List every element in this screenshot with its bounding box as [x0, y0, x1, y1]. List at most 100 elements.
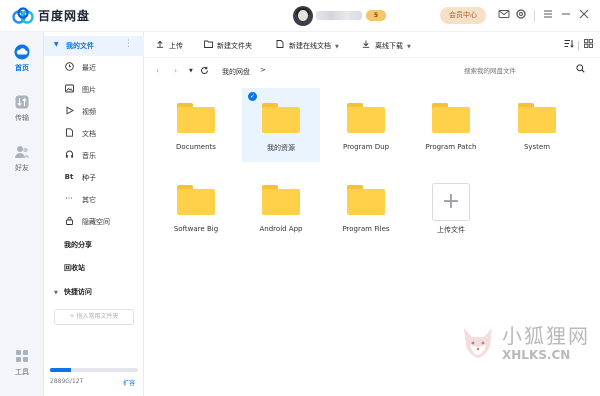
- folder-name: Android App: [259, 225, 303, 233]
- folder-icon: [347, 103, 385, 133]
- expand-storage-link[interactable]: 扩容: [123, 378, 135, 387]
- sidebar-item-hidden-space[interactable]: 隐藏空间: [44, 211, 144, 233]
- storage-usage-fill: [50, 368, 72, 372]
- folder-icon: [262, 103, 300, 133]
- sidebar-item-bt[interactable]: Bt 种子: [44, 167, 144, 189]
- history-dropdown-icon[interactable]: ▼: [189, 68, 193, 74]
- offline-download-label: 离线下载: [375, 42, 403, 50]
- video-icon: [64, 106, 74, 116]
- more-vertical-icon[interactable]: ⋮: [124, 39, 133, 49]
- folder-item[interactable]: Software Big: [157, 170, 235, 244]
- folder-name: Program Files: [342, 225, 390, 233]
- folder-name: Software Big: [173, 225, 219, 233]
- vip-badge: 5: [366, 10, 386, 21]
- folder-item[interactable]: System: [498, 88, 576, 162]
- folder-icon: [518, 103, 556, 133]
- upload-button[interactable]: 上传: [156, 40, 183, 51]
- clock-icon: [64, 62, 74, 72]
- sidebar-item-label: 其它: [82, 196, 96, 204]
- settings-icon[interactable]: [513, 8, 529, 24]
- breadcrumb-my-netdisk[interactable]: 我的网盘: [222, 67, 250, 77]
- toolbar-separator: [578, 41, 579, 50]
- sidebar-item-documents[interactable]: 文档: [44, 123, 144, 145]
- sidebar-item-videos[interactable]: 视频: [44, 101, 144, 123]
- member-center-button[interactable]: 会员中心: [440, 7, 486, 24]
- transfer-icon: [15, 95, 29, 109]
- breadcrumb-separator: >: [260, 66, 266, 74]
- sidebar-item-label: 文档: [82, 130, 96, 138]
- nav-label-friends: 好友: [15, 164, 29, 172]
- nav-item-tools[interactable]: 工具: [0, 348, 44, 377]
- music-icon: [64, 150, 74, 160]
- baidu-netdisk-logo: [12, 7, 34, 24]
- new-online-doc-label: 新建在线文档: [289, 42, 331, 50]
- sidebar-my-files-label: 我的文件: [66, 42, 94, 50]
- add-quick-access-button[interactable]: + 拖入常用文件夹: [54, 309, 134, 325]
- sort-icon[interactable]: [564, 39, 574, 51]
- app-title: 百度网盘: [38, 9, 91, 23]
- user-avatar[interactable]: [293, 6, 313, 26]
- sidebar-item-label: 种子: [82, 174, 96, 182]
- folder-name: 我的资源: [267, 144, 295, 152]
- plus-icon: +: [432, 183, 470, 221]
- folder-item[interactable]: Program Files: [327, 170, 405, 244]
- lock-icon: [64, 216, 74, 226]
- forward-icon[interactable]: ›: [174, 66, 177, 75]
- folder-item[interactable]: Android App: [242, 170, 320, 244]
- more-icon: ···: [65, 194, 73, 203]
- bt-icon: Bt: [64, 173, 74, 181]
- folder-icon: [177, 185, 215, 215]
- nav-item-friends[interactable]: 好友: [0, 144, 44, 173]
- sidebar-item-label: 最近: [82, 64, 96, 72]
- menu-icon[interactable]: [540, 8, 556, 24]
- friends-icon: [15, 146, 30, 158]
- chevron-down-icon: ▼: [54, 41, 59, 48]
- nav-label-transfer: 传输: [15, 114, 29, 122]
- search-input[interactable]: [464, 64, 592, 78]
- document-icon: [64, 128, 74, 138]
- sidebar-recycle-bin[interactable]: 回收站: [64, 263, 85, 273]
- close-icon[interactable]: [576, 8, 592, 24]
- watermark-chinese: 小狐狸网: [502, 324, 590, 348]
- new-folder-icon: [204, 40, 213, 50]
- sidebar-item-other[interactable]: ··· 其它: [44, 189, 144, 211]
- nav-item-home[interactable]: 首页: [0, 44, 44, 73]
- sidebar-item-recent[interactable]: 最近: [44, 57, 144, 79]
- quick-access-label: 快捷访问: [63, 288, 92, 296]
- nav-item-transfer[interactable]: 传输: [0, 94, 44, 123]
- nav-label-tools: 工具: [15, 368, 29, 376]
- tools-icon: [16, 350, 28, 362]
- upload-file-label: 上传文件: [437, 226, 465, 234]
- sidebar-item-images[interactable]: 图片: [44, 79, 144, 101]
- back-icon[interactable]: ‹: [156, 66, 159, 75]
- refresh-icon[interactable]: [200, 66, 209, 77]
- sidebar-item-music[interactable]: 音乐: [44, 145, 144, 167]
- watermark-english: XHLKS.CN: [502, 348, 571, 362]
- quick-access-header[interactable]: ▼ 快捷访问: [54, 287, 92, 297]
- folder-item[interactable]: Program Patch: [412, 88, 490, 162]
- cloud-icon: [14, 44, 30, 60]
- folder-name: Program Patch: [425, 143, 477, 151]
- folder-item[interactable]: Program Dup: [327, 88, 405, 162]
- minimize-icon[interactable]: [558, 8, 574, 24]
- upload-file-tile[interactable]: + 上传文件: [412, 170, 490, 244]
- sidebar-my-share[interactable]: 我的分享: [64, 240, 92, 250]
- checkmark-icon[interactable]: ✓: [248, 92, 257, 101]
- watermark: 小狐狸网 XHLKS.CN: [452, 312, 600, 396]
- grid-view-icon[interactable]: [584, 39, 593, 51]
- sidebar-item-label: 图片: [82, 86, 96, 94]
- new-folder-button[interactable]: 新建文件夹: [204, 40, 252, 51]
- new-online-doc-button[interactable]: 新建在线文档 ▼: [276, 40, 339, 51]
- offline-download-button[interactable]: 离线下载 ▼: [362, 40, 411, 51]
- folder-name: Documents: [176, 143, 216, 151]
- fox-logo-icon: [464, 328, 492, 358]
- toolbar: 上传 新建文件夹 新建在线文档 ▼ 离线下载 ▼: [144, 32, 600, 58]
- mail-icon[interactable]: [496, 8, 512, 24]
- folder-icon: [347, 185, 385, 215]
- username-blurred[interactable]: [316, 11, 362, 20]
- sidebar-my-files[interactable]: ▼ 我的文件 ⋮: [44, 36, 144, 56]
- search-icon[interactable]: [576, 64, 585, 76]
- folder-item-selected[interactable]: ✓ 我的资源: [242, 88, 320, 162]
- folder-item[interactable]: Documents: [157, 88, 235, 162]
- folder-icon: [177, 103, 215, 133]
